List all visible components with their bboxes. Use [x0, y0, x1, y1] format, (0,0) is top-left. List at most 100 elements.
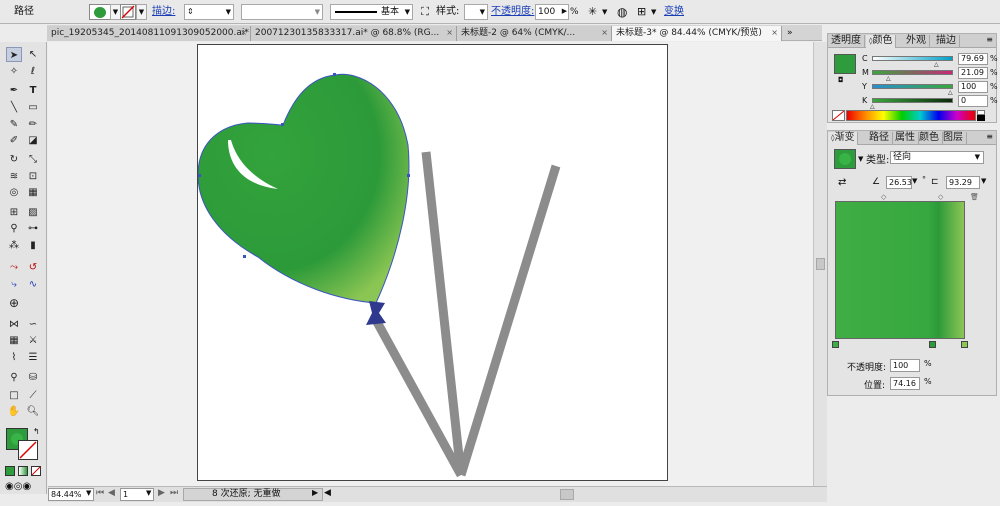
angle-arrow[interactable]: ▼	[912, 177, 917, 185]
color-mode-icon[interactable]	[5, 466, 15, 476]
doc-tab-4[interactable]: 未标题-3* @ 84.44% (CMYK/预览) ×	[612, 26, 782, 41]
next-artboard-icon[interactable]: ▶	[158, 488, 165, 498]
anchor-point[interactable]	[407, 174, 410, 177]
midpoint-diamond-2[interactable]: ◇	[938, 193, 943, 201]
stop-opacity-input[interactable]: 100	[890, 359, 920, 372]
selection-tool-icon[interactable]: ➤	[6, 47, 22, 62]
stroke-weight-field[interactable]: ⇕ ▼	[184, 4, 234, 20]
eraser-tool-icon[interactable]: ◪	[25, 133, 41, 148]
scale-tool-icon[interactable]: ⤡	[25, 152, 41, 167]
tab-stroke[interactable]: 描边	[933, 35, 960, 48]
shape-builder-tool-icon[interactable]: ◎	[6, 185, 22, 200]
fill-swatch[interactable]	[89, 4, 111, 20]
tab-transparency[interactable]: 透明度	[828, 35, 865, 48]
magic-wand-tool-icon[interactable]: ✧	[6, 64, 22, 79]
delete-stop-icon[interactable]: 🗑︎	[970, 193, 979, 201]
anchor-point[interactable]	[333, 73, 336, 76]
knife-tool-icon[interactable]: ⚔	[25, 333, 41, 348]
hand-tool-icon[interactable]: ✋	[6, 404, 22, 419]
angle-input[interactable]: 26.53	[886, 176, 912, 189]
envelope-tool-icon[interactable]: ⋈	[6, 317, 22, 332]
yellow-value[interactable]: 100	[958, 81, 988, 93]
align-stroke-icon[interactable]: ⛶	[418, 5, 432, 19]
opacity-link[interactable]: 不透明度:	[491, 4, 534, 20]
black-value[interactable]: 0	[958, 95, 988, 107]
mesh-tool-icon[interactable]: ⊞	[6, 205, 22, 220]
blob-brush-tool-icon[interactable]: ✐	[6, 133, 22, 148]
pen-tool-icon[interactable]: ✒	[6, 83, 22, 98]
tab-layers[interactable]: 图层	[940, 132, 967, 145]
doc-tab-2[interactable]: 20071230135833317.ai* @ 68.8% (RG... ×	[251, 26, 457, 41]
transform-link[interactable]: 变换	[664, 4, 684, 20]
scroll-left-icon[interactable]: ◀	[324, 488, 331, 498]
artboard-arrow[interactable]: ▼	[146, 489, 151, 497]
warp-tool-icon[interactable]: ≋	[6, 169, 22, 184]
gradient-stop-mid[interactable]	[929, 341, 936, 348]
aspect-arrow[interactable]: ▼	[981, 177, 986, 185]
yellow-slider[interactable]: Y △ 100 %	[862, 81, 998, 96]
color-spectrum[interactable]	[846, 110, 976, 121]
rectangle-tool-icon[interactable]: ▭	[25, 100, 41, 115]
swap-fill-stroke-icon[interactable]: ↰	[33, 427, 40, 436]
recolor-arrow[interactable]: ▼	[602, 5, 610, 19]
tab-color[interactable]: ◊颜色	[866, 35, 897, 48]
none-swatch[interactable]	[832, 110, 845, 121]
align-to-icon[interactable]: ⊞	[637, 5, 651, 19]
gradient-type-select[interactable]: 径向 ▼	[890, 151, 984, 164]
scroll-thumb[interactable]	[816, 258, 825, 270]
stroke-dropdown-arrow[interactable]: ▼	[136, 4, 147, 20]
stroke-swatch[interactable]	[120, 4, 136, 20]
anchor-point[interactable]	[198, 174, 201, 177]
close-icon[interactable]: ×	[771, 26, 778, 40]
lasso-tool-icon[interactable]: ℓ	[25, 64, 41, 79]
direct-selection-tool-icon[interactable]: ↖	[25, 47, 41, 62]
gradient-mode-icon[interactable]	[18, 466, 28, 476]
grid-tool-icon[interactable]: ▦	[6, 333, 22, 348]
aspect-ratio-input[interactable]: 93.29	[946, 176, 980, 189]
blue-wave-tool-icon[interactable]: ∿	[25, 277, 41, 292]
close-icon[interactable]: ×	[601, 26, 608, 40]
stroke-color-box[interactable]	[18, 440, 38, 460]
pencil-tool-icon[interactable]: ✏	[25, 117, 41, 132]
gradient-stop-start[interactable]	[832, 341, 839, 348]
graphic-style-select[interactable]: ▼	[464, 4, 488, 20]
opacity-arrow[interactable]: ▶	[560, 4, 569, 20]
anchor-point[interactable]	[243, 255, 246, 258]
tab-overflow-icon[interactable]: »	[787, 26, 799, 40]
tab-appearance[interactable]: 外观	[903, 35, 930, 48]
wave-tool-icon[interactable]: ∽	[25, 317, 41, 332]
paint-bucket-tool-icon[interactable]: ⛁	[25, 370, 41, 385]
panel-menu-icon[interactable]: ≡	[986, 35, 993, 44]
prev-artboard-icon[interactable]: ◀	[108, 488, 115, 498]
brush-definition-select[interactable]: 基本 ▼	[330, 4, 413, 20]
artboard-tool-icon[interactable]: □	[6, 388, 22, 403]
black-slider[interactable]: K △ 0 %	[862, 95, 998, 110]
magenta-value[interactable]: 21.09	[958, 67, 988, 79]
vertical-scrollbar[interactable]	[813, 42, 827, 486]
heart-balloon[interactable]	[197, 73, 410, 304]
rotate-tool-icon[interactable]: ↻	[6, 152, 22, 167]
midpoint-diamond-1[interactable]: ◇	[881, 193, 886, 201]
variable-width-profile[interactable]: ▼	[241, 4, 323, 20]
artboard[interactable]	[197, 44, 668, 481]
blue-tool-icon[interactable]: ⤷	[6, 277, 22, 292]
symbol-sprayer-tool-icon[interactable]: ⁂	[6, 238, 22, 253]
gamut-warning-icon[interactable]: ◘	[838, 76, 844, 84]
column-graph-tool-icon[interactable]: ▮	[25, 238, 41, 253]
globe-icon[interactable]: ◍	[617, 5, 631, 19]
tab-attributes[interactable]: 属性	[892, 132, 919, 145]
magenta-slider[interactable]: M △ 21.09 %	[862, 67, 998, 82]
paintbrush-tool-icon[interactable]: ✎	[6, 117, 22, 132]
cyan-track[interactable]	[872, 56, 953, 61]
eyedropper2-tool-icon[interactable]: ⚲	[6, 370, 22, 385]
zigzag-tool-icon[interactable]: ⌇	[6, 350, 22, 365]
cyan-slider[interactable]: C △ 79.69 %	[862, 53, 998, 68]
doc-tab-3[interactable]: 未标题-2 @ 64% (CMYK/... ×	[457, 26, 612, 41]
red-pen-tool-icon[interactable]: ⤳	[6, 260, 22, 275]
black-thumb[interactable]: △	[870, 103, 875, 110]
none-mode-icon[interactable]	[31, 466, 41, 476]
cyan-value[interactable]: 79.69	[958, 53, 988, 65]
align-arrow[interactable]: ▼	[651, 5, 659, 19]
doc-tab-1[interactable]: pic_19205345_20140811091309052000.ai* ×	[47, 26, 251, 41]
crosshair-tool-icon[interactable]: ⊕	[6, 296, 22, 311]
